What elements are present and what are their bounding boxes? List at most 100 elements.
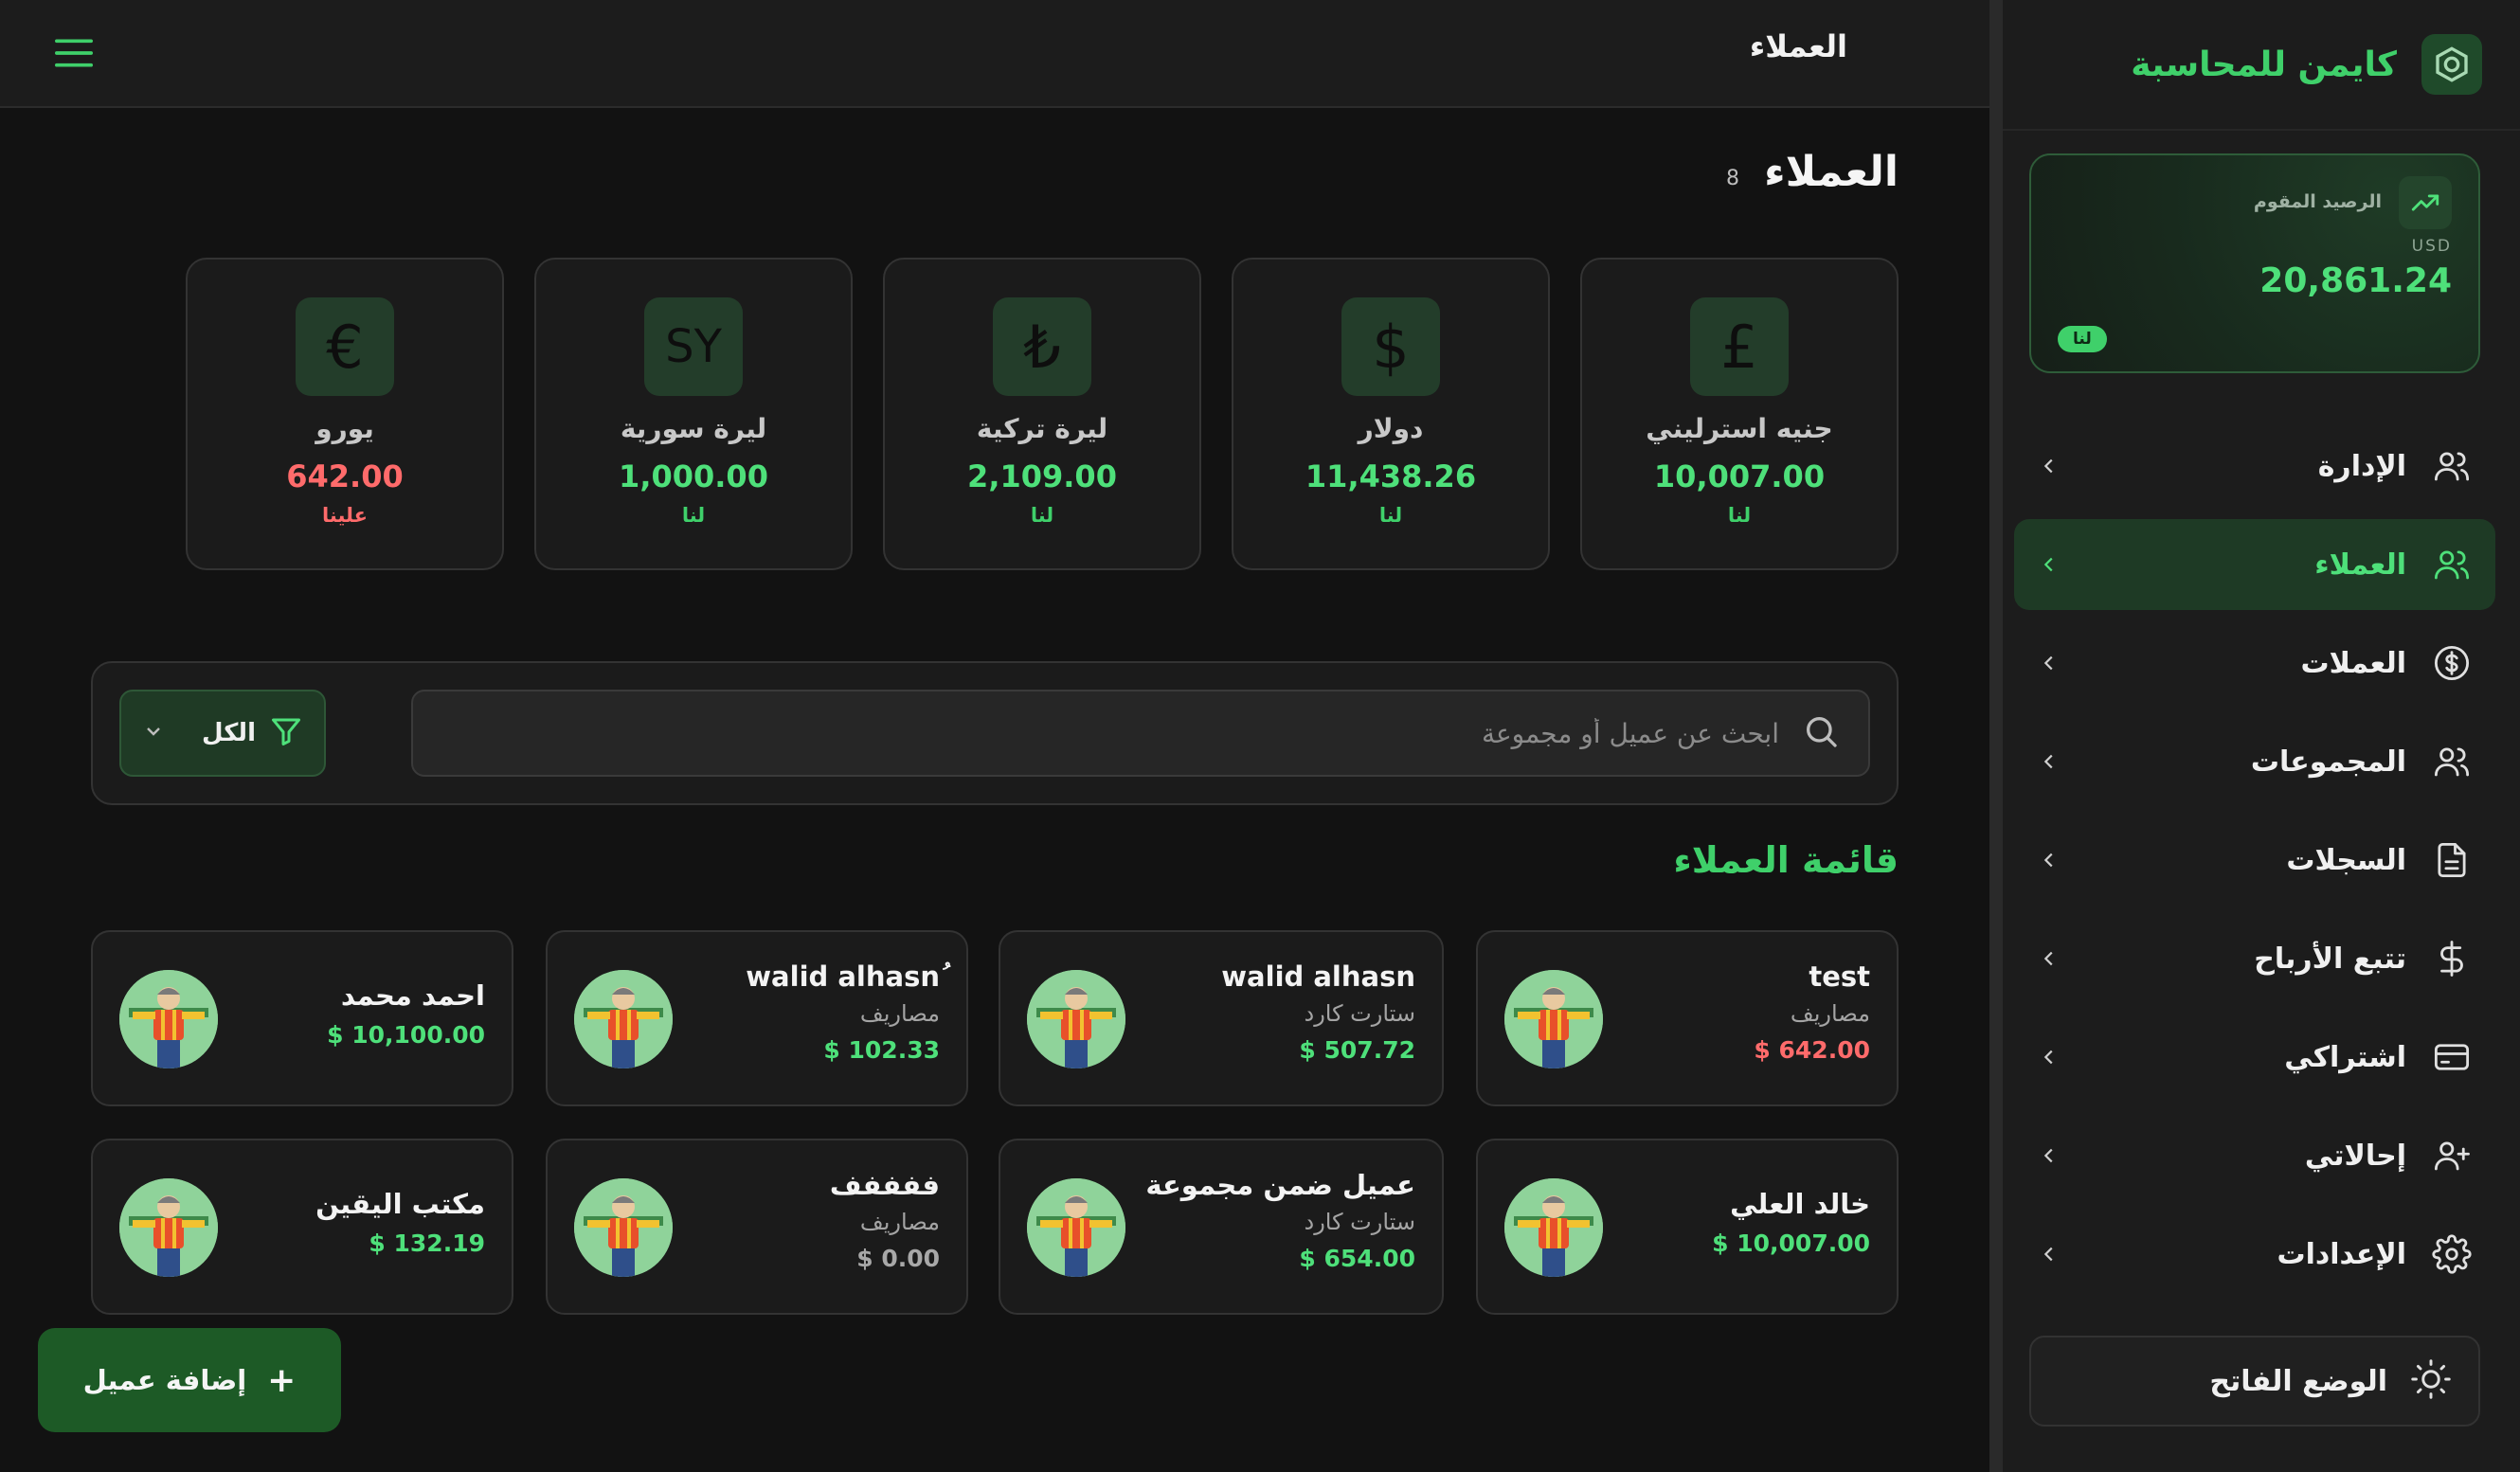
currency-status: علينا xyxy=(322,504,368,527)
filter-panel: الكل xyxy=(91,661,1899,805)
avatar xyxy=(1027,1178,1125,1277)
balance-card: الرصيد المقوم USD 20,861.24 لنا xyxy=(2029,153,2480,373)
plus-icon: + xyxy=(267,1360,297,1400)
client-name: walid alhasnُ xyxy=(746,960,940,993)
currency-name: دولار xyxy=(1358,413,1424,444)
filter-icon xyxy=(269,714,303,752)
balance-status-badge: لنا xyxy=(2058,326,2107,352)
currency-status: لنا xyxy=(1727,504,1752,527)
currency-card-eur[interactable]: € يورو 642.00 علينا xyxy=(186,258,504,570)
add-client-label: إضافة عميل xyxy=(82,1364,247,1396)
client-card[interactable]: ففففف مصاريف $ 0.00 xyxy=(546,1139,968,1315)
chevron-left-icon xyxy=(2035,1047,2063,1068)
client-balance: $ 507.72 xyxy=(1299,1036,1415,1064)
client-balance: $ 10,007.00 xyxy=(1712,1230,1870,1257)
client-card[interactable]: خالد العلي $ 10,007.00 xyxy=(1476,1139,1899,1315)
client-name: احمد محمد xyxy=(340,979,485,1012)
currency-card-gbp[interactable]: £ جنيه استرليني 10,007.00 لنا xyxy=(1580,258,1899,570)
sidebar-item-management[interactable]: الإدارة xyxy=(2014,421,2495,512)
sidebar-item-records[interactable]: السجلات xyxy=(2014,815,2495,906)
currency-amount: 10,007.00 xyxy=(1653,458,1826,494)
sidebar-item-label: السجلات xyxy=(2286,843,2406,877)
chevron-left-icon xyxy=(2035,751,2063,772)
currency-name: ليرة تركية xyxy=(976,413,1108,444)
page-title: العملاء xyxy=(1764,148,1899,196)
currency-card-syp[interactable]: SY ليرة سورية 1,000.00 لنا xyxy=(534,258,853,570)
add-client-button[interactable]: + إضافة عميل xyxy=(38,1328,341,1432)
sidebar-item-label: العملات xyxy=(2300,646,2406,680)
sidebar-item-referrals[interactable]: إحالاتي xyxy=(2014,1110,2495,1201)
euro-icon: € xyxy=(296,297,394,396)
users-icon xyxy=(2429,739,2475,784)
credit-card-icon xyxy=(2429,1034,2475,1080)
sidebar-item-settings[interactable]: الإعدادات xyxy=(2014,1209,2495,1300)
currency-amount: 642.00 xyxy=(286,458,404,494)
menu-button[interactable] xyxy=(49,34,95,72)
lira-icon: ₺ xyxy=(993,297,1091,396)
avatar xyxy=(574,970,673,1068)
client-balance: $ 642.00 xyxy=(1754,1036,1870,1064)
brand-name: كايمن للمحاسبة xyxy=(2131,45,2397,84)
client-card[interactable]: مكتب اليقين $ 132.19 xyxy=(91,1139,513,1315)
sidebar-item-label: إحالاتي xyxy=(2304,1139,2406,1173)
client-card[interactable]: احمد محمد $ 10,100.00 xyxy=(91,930,513,1106)
chevron-left-icon xyxy=(2035,554,2063,575)
sidebar-item-currencies[interactable]: العملات xyxy=(2014,618,2495,709)
light-mode-toggle[interactable]: الوضع الفاتح xyxy=(2029,1336,2480,1427)
client-card[interactable]: walid alhasnُ مصاريف $ 102.33 xyxy=(546,930,968,1106)
client-card[interactable]: test مصاريف $ 642.00 xyxy=(1476,930,1899,1106)
search-box[interactable] xyxy=(411,690,1870,777)
client-group: مصاريف xyxy=(1790,1000,1870,1027)
trending-up-icon xyxy=(2399,176,2452,229)
group-filter-select[interactable]: الكل xyxy=(119,690,326,777)
clients-count: 8 xyxy=(1726,167,1739,190)
users-icon xyxy=(2429,542,2475,587)
client-name: عميل ضمن مجموعة xyxy=(1145,1169,1415,1201)
sidebar-item-clients[interactable]: العملاء xyxy=(2014,519,2495,610)
menu-icon xyxy=(54,39,93,67)
currency-card-usd[interactable]: $ دولار 11,438.26 لنا xyxy=(1232,258,1550,570)
sidebar-item-profit-tracking[interactable]: تتبع الأرباح xyxy=(2014,913,2495,1004)
chevron-down-icon xyxy=(142,720,165,746)
logo-icon xyxy=(2421,34,2482,95)
filter-selected-value: الكل xyxy=(201,719,256,747)
client-name: walid alhasn xyxy=(1221,960,1415,993)
sidebar-item-label: الإدارة xyxy=(2317,449,2406,483)
gear-icon xyxy=(2429,1231,2475,1277)
dollar-circle-icon xyxy=(2429,640,2475,686)
currency-amount: 2,109.00 xyxy=(967,458,1117,494)
topbar-title: العملاء xyxy=(1749,28,1847,64)
sidebar: كايمن للمحاسبة الرصيد المقوم USD 20,861.… xyxy=(1989,0,2520,1472)
search-input[interactable] xyxy=(441,717,1779,749)
chevron-left-icon xyxy=(2035,653,2063,673)
client-card[interactable]: walid alhasn ستارت كارد $ 507.72 xyxy=(999,930,1444,1106)
currency-card-try[interactable]: ₺ ليرة تركية 2,109.00 لنا xyxy=(883,258,1201,570)
client-balance: $ 102.33 xyxy=(823,1036,940,1064)
avatar xyxy=(1504,970,1603,1068)
currency-amount: 1,000.00 xyxy=(619,458,768,494)
chevron-left-icon xyxy=(2035,948,2063,969)
client-name: ففففف xyxy=(829,1169,940,1201)
chevron-left-icon xyxy=(2035,1145,2063,1166)
balance-value: 20,861.24 xyxy=(2259,261,2452,300)
sidebar-item-label: تتبع الأرباح xyxy=(2254,942,2406,976)
client-balance: $ 0.00 xyxy=(856,1245,940,1272)
syp-icon: SY xyxy=(644,297,743,396)
client-group: ستارت كارد xyxy=(1304,1000,1416,1027)
top-bar: العملاء xyxy=(0,0,1989,108)
currency-name: ليرة سورية xyxy=(620,413,767,444)
chevron-left-icon xyxy=(2035,456,2063,476)
sidebar-item-groups[interactable]: المجموعات xyxy=(2014,716,2495,807)
client-balance: $ 132.19 xyxy=(369,1230,485,1257)
sidebar-item-label: المجموعات xyxy=(2250,745,2406,779)
sidebar-item-subscription[interactable]: اشتراكي xyxy=(2014,1012,2495,1103)
avatar xyxy=(1027,970,1125,1068)
currency-status: لنا xyxy=(681,504,706,527)
client-name: خالد العلي xyxy=(1730,1188,1870,1220)
balance-label: الرصيد المقوم xyxy=(2253,191,2382,212)
client-card[interactable]: عميل ضمن مجموعة ستارت كارد $ 654.00 xyxy=(999,1139,1444,1315)
document-icon xyxy=(2429,837,2475,883)
currency-amount: 11,438.26 xyxy=(1305,458,1477,494)
currency-name: يورو xyxy=(315,413,374,444)
avatar xyxy=(119,970,218,1068)
